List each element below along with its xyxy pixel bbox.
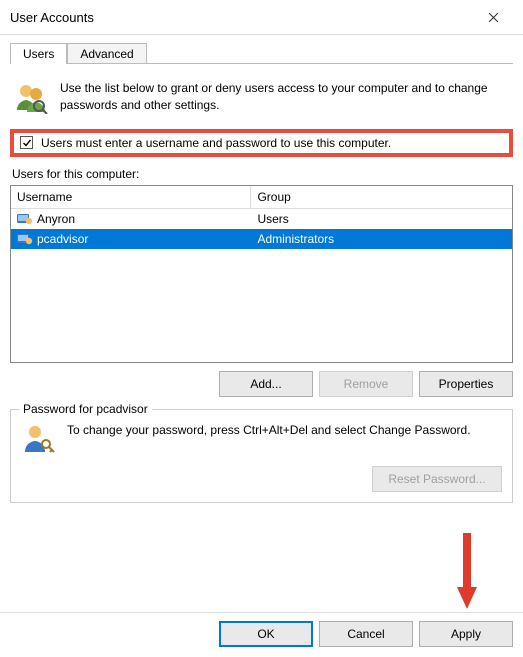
tab-advanced[interactable]: Advanced — [67, 43, 146, 63]
remove-button: Remove — [319, 371, 413, 397]
users-list-label: Users for this computer: — [12, 167, 513, 181]
intro-row: Use the list below to grant or deny user… — [10, 72, 513, 127]
password-instructions: To change your password, press Ctrl+Alt+… — [67, 422, 471, 439]
users-listbox[interactable]: Username Group Anyron Users p — [10, 185, 513, 363]
apply-button[interactable]: Apply — [419, 621, 513, 647]
tab-users[interactable]: Users — [10, 43, 67, 64]
intro-text: Use the list below to grant or deny user… — [60, 80, 509, 115]
list-item[interactable]: Anyron Users — [11, 209, 512, 229]
annotation-arrow-icon — [455, 531, 479, 611]
user-group: Administrators — [257, 232, 334, 246]
check-icon — [22, 138, 32, 148]
annotation-highlight: Users must enter a username and password… — [10, 129, 513, 157]
ok-button[interactable]: OK — [219, 621, 313, 647]
users-icon — [14, 80, 48, 114]
titlebar: User Accounts — [0, 0, 523, 35]
listbox-header: Username Group — [11, 186, 512, 209]
user-icon — [17, 212, 33, 226]
password-group-title: Password for pcadvisor — [19, 402, 152, 416]
window-title: User Accounts — [10, 10, 94, 25]
close-button[interactable] — [471, 6, 515, 28]
dialog-content: Users Advanced Use the list below to gra… — [0, 35, 523, 511]
close-icon — [488, 12, 499, 23]
require-login-checkbox[interactable] — [20, 136, 33, 149]
user-icon — [17, 232, 33, 246]
cancel-button[interactable]: Cancel — [319, 621, 413, 647]
reset-password-button: Reset Password... — [372, 466, 502, 492]
list-item[interactable]: pcadvisor Administrators — [11, 229, 512, 249]
add-button[interactable]: Add... — [219, 371, 313, 397]
password-groupbox: Password for pcadvisor To change your pa… — [10, 409, 513, 503]
column-group[interactable]: Group — [251, 186, 512, 208]
user-name: pcadvisor — [37, 232, 88, 246]
user-key-icon — [21, 422, 55, 456]
require-login-label: Users must enter a username and password… — [41, 136, 391, 150]
dialog-footer: OK Cancel Apply — [0, 612, 523, 657]
user-name: Anyron — [37, 212, 75, 226]
properties-button[interactable]: Properties — [419, 371, 513, 397]
list-button-row: Add... Remove Properties — [10, 371, 513, 397]
tab-bar: Users Advanced — [10, 43, 513, 64]
user-group: Users — [257, 212, 288, 226]
column-username[interactable]: Username — [11, 186, 251, 208]
